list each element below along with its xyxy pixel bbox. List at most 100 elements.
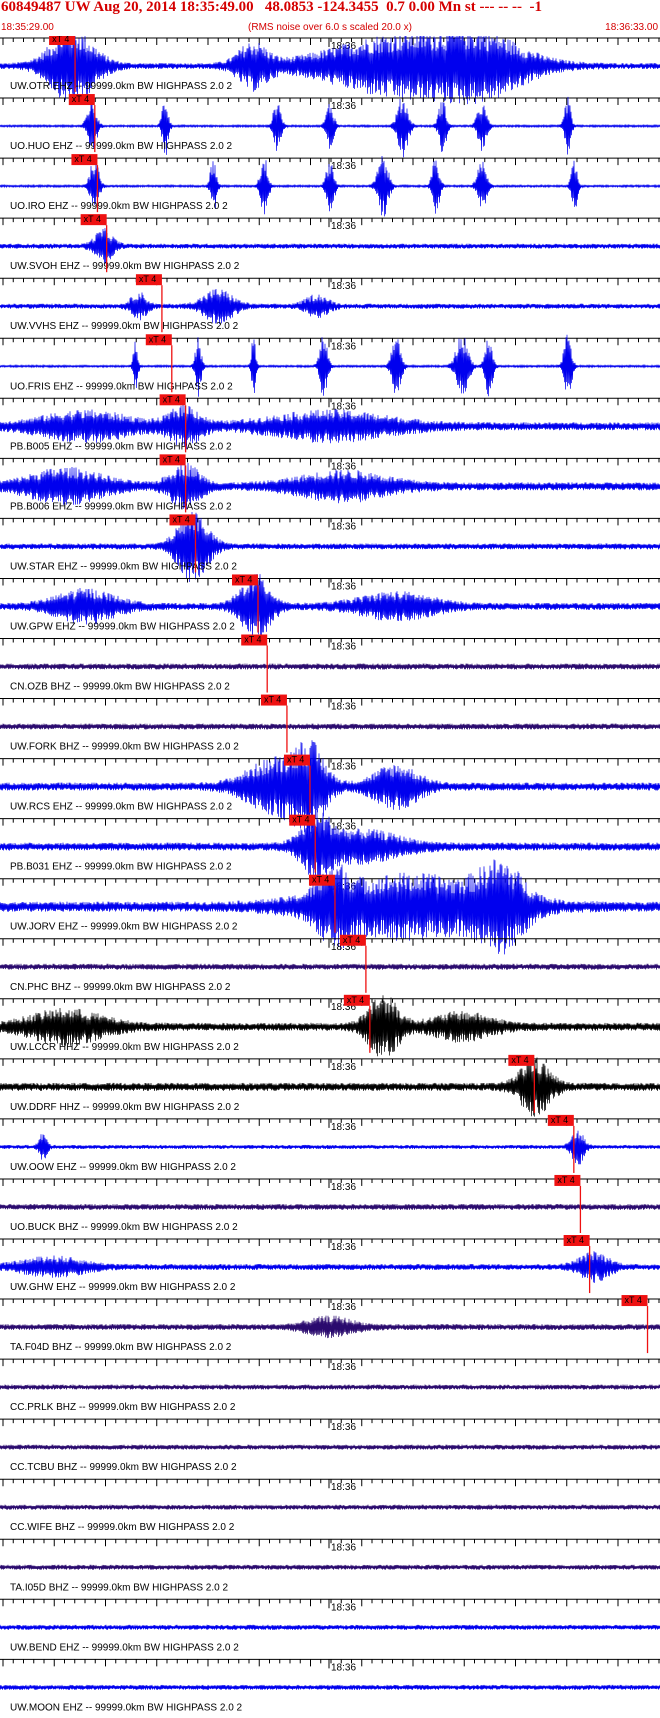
waveform bbox=[0, 1251, 660, 1283]
trace-row: 18:36 CC.PRLK BHZ -- 99999.0km BW HIGHPAS… bbox=[0, 1358, 660, 1413]
trace-label: UW.GPW EHZ -- 99999.0km BW HIGHPASS 2.0 … bbox=[10, 621, 235, 632]
trace-label: UO.HUO EHZ -- 99999.0km BW HIGHPASS 2.0 … bbox=[10, 141, 233, 152]
trace-label: UO.IRO EHZ -- 99999.0km BW HIGHPASS 2.0 … bbox=[10, 201, 228, 212]
trace-row: 18:36 PB.B006 EHZ -- 99999.0km BW HIGHPAS… bbox=[0, 454, 660, 513]
trace-label: UW.SVOH EHZ -- 99999.0km BW HIGHPASS 2.0… bbox=[10, 261, 240, 272]
pick-label: xT 4 bbox=[139, 274, 156, 284]
trace-row: 18:36UW.JORV EHZ -- 99999.0km BW HIGHPAS… bbox=[0, 859, 660, 955]
trace-row: 18:36 UW.VVHS EHZ -- 99999.0km BW HIGHPAS… bbox=[0, 274, 660, 333]
pick-label: xT 4 bbox=[149, 334, 166, 344]
trace-label: CN.PHC BHZ -- 99999.0km BW HIGHPASS 2.0 … bbox=[10, 982, 231, 993]
trace-label: CC.TCBU BHZ -- 99999.0km BW HIGHPASS 2.0… bbox=[10, 1462, 237, 1473]
waveform bbox=[0, 1203, 660, 1210]
trace-row: 18:36 UO.HUO EHZ -- 99999.0km BW HIGHPASS… bbox=[0, 94, 660, 158]
trace-label: CN.OZB BHZ -- 99999.0km BW HIGHPASS 2.0 … bbox=[10, 682, 230, 693]
trace-row: 18:36 UW.GPW EHZ -- 99999.0km BW HIGHPASS… bbox=[0, 573, 660, 640]
minute-label: 18:36 bbox=[331, 1122, 356, 1133]
pick-label: xT 4 bbox=[235, 574, 252, 584]
minute-label: 18:36 bbox=[331, 1662, 356, 1673]
pick-label: xT 4 bbox=[312, 875, 329, 885]
pick-label: xT 4 bbox=[84, 214, 101, 224]
trace-label: TA.F04D BHZ -- 99999.0km BW HIGHPASS 2.0… bbox=[10, 1342, 232, 1353]
minute-label: 18:36 bbox=[331, 221, 356, 232]
waveform bbox=[0, 1504, 660, 1510]
trace-label: PB.B005 EHZ -- 99999.0km BW HIGHPASS 2.0… bbox=[10, 441, 232, 452]
trace-row: 18:36UW.LCCR HHZ -- 99999.0km BW HIGHPAS… bbox=[0, 994, 660, 1057]
minute-label: 18:36 bbox=[331, 1182, 356, 1193]
pick-label: xT 4 bbox=[72, 94, 89, 104]
pick-label: xT 4 bbox=[557, 1175, 574, 1185]
minute-label: 18:36 bbox=[331, 1542, 356, 1553]
minute-label: 18:36 bbox=[331, 1062, 356, 1073]
waveform bbox=[0, 228, 660, 264]
minute-label: 18:36 bbox=[331, 702, 356, 713]
trace-label: UO.FRIS EHZ -- 99999.0km BW HIGHPASS 2.0… bbox=[10, 381, 233, 392]
minute-label: 18:36 bbox=[331, 101, 356, 112]
trace-label: PB.B006 EHZ -- 99999.0km BW HIGHPASS 2.0… bbox=[10, 501, 232, 512]
trace-row: 18:36 CC.WIFE BHZ -- 99999.0km BW HIGHPAS… bbox=[0, 1478, 660, 1533]
trace-row: 18:36 UW.FORK BHZ -- 99999.0km BW HIGHPAS… bbox=[0, 694, 660, 753]
minute-label: 18:36 bbox=[331, 1422, 356, 1433]
minute-label: 18:36 bbox=[331, 1302, 356, 1313]
trace-row: 18:36 UO.FRIS EHZ -- 99999.0km BW HIGHPAS… bbox=[0, 334, 660, 397]
waveform bbox=[0, 1684, 660, 1690]
trace-label: CC.WIFE BHZ -- 99999.0km BW HIGHPASS 2.0… bbox=[10, 1522, 235, 1533]
minute-label: 18:36 bbox=[331, 1242, 356, 1253]
trace-row: 18:36 UO.IRO EHZ -- 99999.0km BW HIGHPASS… bbox=[0, 154, 660, 217]
minute-label: 18:36 bbox=[331, 642, 356, 653]
pick-label: xT 4 bbox=[264, 695, 281, 705]
pick-label: xT 4 bbox=[244, 635, 261, 645]
end-time-label: 18:36:33.00 bbox=[605, 22, 658, 33]
rms-noise-note: (RMS noise over 6.0 s scaled 20.0 x) bbox=[248, 22, 412, 33]
seismogram-panel: 18:36 UW.OTR EHZ -- 99999.0km BW HIGHPASS… bbox=[0, 36, 660, 1713]
trace-row: 18:36PB.B005 EHZ -- 99999.0km BW HIGHPAS… bbox=[0, 394, 660, 453]
trace-row: 18:36CN.PHC BHZ -- 99999.0km BW HIGHPASS… bbox=[0, 934, 660, 993]
pick-label: xT 4 bbox=[625, 1295, 642, 1305]
trace-label: UW.JORV EHZ -- 99999.0km BW HIGHPASS 2.0… bbox=[10, 922, 238, 933]
trace-label: UW.OOW EHZ -- 99999.0km BW HIGHPASS 2.0 … bbox=[10, 1162, 236, 1173]
minute-label: 18:36 bbox=[331, 762, 356, 773]
minute-label: 18:36 bbox=[331, 1482, 356, 1493]
waveform bbox=[0, 1444, 660, 1450]
waveform bbox=[0, 1384, 660, 1390]
pick-label: xT 4 bbox=[347, 995, 364, 1005]
waveform bbox=[0, 740, 660, 836]
trace-row: 18:36 UW.BEND EHZ -- 99999.0km BW HIGHPAS… bbox=[0, 1598, 660, 1653]
waveform bbox=[0, 963, 660, 970]
waveform bbox=[0, 1564, 660, 1570]
trace-row: 18:36 UW.DDRF HHZ -- 99999.0km BW HIGHPAS… bbox=[0, 1054, 660, 1117]
pick-label: xT 4 bbox=[172, 514, 189, 524]
trace-label: CC.PRLK BHZ -- 99999.0km BW HIGHPASS 2.0… bbox=[10, 1402, 236, 1413]
pick-label: xT 4 bbox=[551, 1115, 568, 1125]
minute-label: 18:36 bbox=[331, 581, 356, 592]
waveform bbox=[0, 1624, 660, 1630]
trace-row: 18:36 UW.STAR EHZ -- 99999.0km BW HIGHPAS… bbox=[0, 511, 660, 583]
pick-label: xT 4 bbox=[567, 1235, 584, 1245]
trace-label: UW.BEND EHZ -- 99999.0km BW HIGHPASS 2.0… bbox=[10, 1642, 239, 1653]
pick-label: xT 4 bbox=[163, 454, 180, 464]
pick-label: xT 4 bbox=[287, 755, 304, 765]
trace-row: 18:36 TA.F04D BHZ -- 99999.0km BW HIGHPAS… bbox=[0, 1295, 660, 1354]
pick-marker[interactable]: xT 4 bbox=[621, 1295, 649, 1354]
minute-label: 18:36 bbox=[331, 161, 356, 172]
pick-label: xT 4 bbox=[343, 935, 360, 945]
trace-row: 18:36 UW.GHW EHZ -- 99999.0km BW HIGHPASS… bbox=[0, 1235, 660, 1294]
plot-header: 60849487 UW Aug 20, 2014 18:35:49.00 48.… bbox=[0, 0, 660, 36]
pick-marker[interactable]: xT 4 bbox=[260, 694, 288, 753]
trace-row: 18:36 UW.SVOH EHZ -- 99999.0km BW HIGHPAS… bbox=[0, 214, 660, 273]
trace-row: 18:36 CN.OZB BHZ -- 99999.0km BW HIGHPASS… bbox=[0, 634, 660, 693]
waveform bbox=[0, 663, 660, 670]
pick-label: xT 4 bbox=[74, 154, 91, 164]
trace-label: UW.STAR EHZ -- 99999.0km BW HIGHPASS 2.0… bbox=[10, 561, 237, 572]
trace-label: UW.OTR EHZ -- 99999.0km BW HIGHPASS 2.0 … bbox=[10, 81, 233, 92]
pick-label: xT 4 bbox=[163, 394, 180, 404]
trace-label: UW.RCS EHZ -- 99999.0km BW HIGHPASS 2.0 … bbox=[10, 802, 233, 813]
trace-row: 18:36 UW.MOON EHZ -- 99999.0km BW HIGHPAS… bbox=[0, 1658, 660, 1713]
minute-label: 18:36 bbox=[331, 1602, 356, 1613]
trace-label: UW.DDRF HHZ -- 99999.0km BW HIGHPASS 2.0… bbox=[10, 1102, 240, 1113]
trace-label: UW.LCCR HHZ -- 99999.0km BW HIGHPASS 2.0… bbox=[10, 1042, 239, 1053]
trace-label: UO.BUCK BHZ -- 99999.0km BW HIGHPASS 2.0… bbox=[10, 1222, 238, 1233]
pick-marker[interactable]: xT 4 bbox=[339, 934, 367, 993]
trace-label: UW.GHW EHZ -- 99999.0km BW HIGHPASS 2.0 … bbox=[10, 1282, 236, 1293]
trace-row: 18:36 UO.BUCK BHZ -- 99999.0km BW HIGHPAS… bbox=[0, 1174, 660, 1233]
